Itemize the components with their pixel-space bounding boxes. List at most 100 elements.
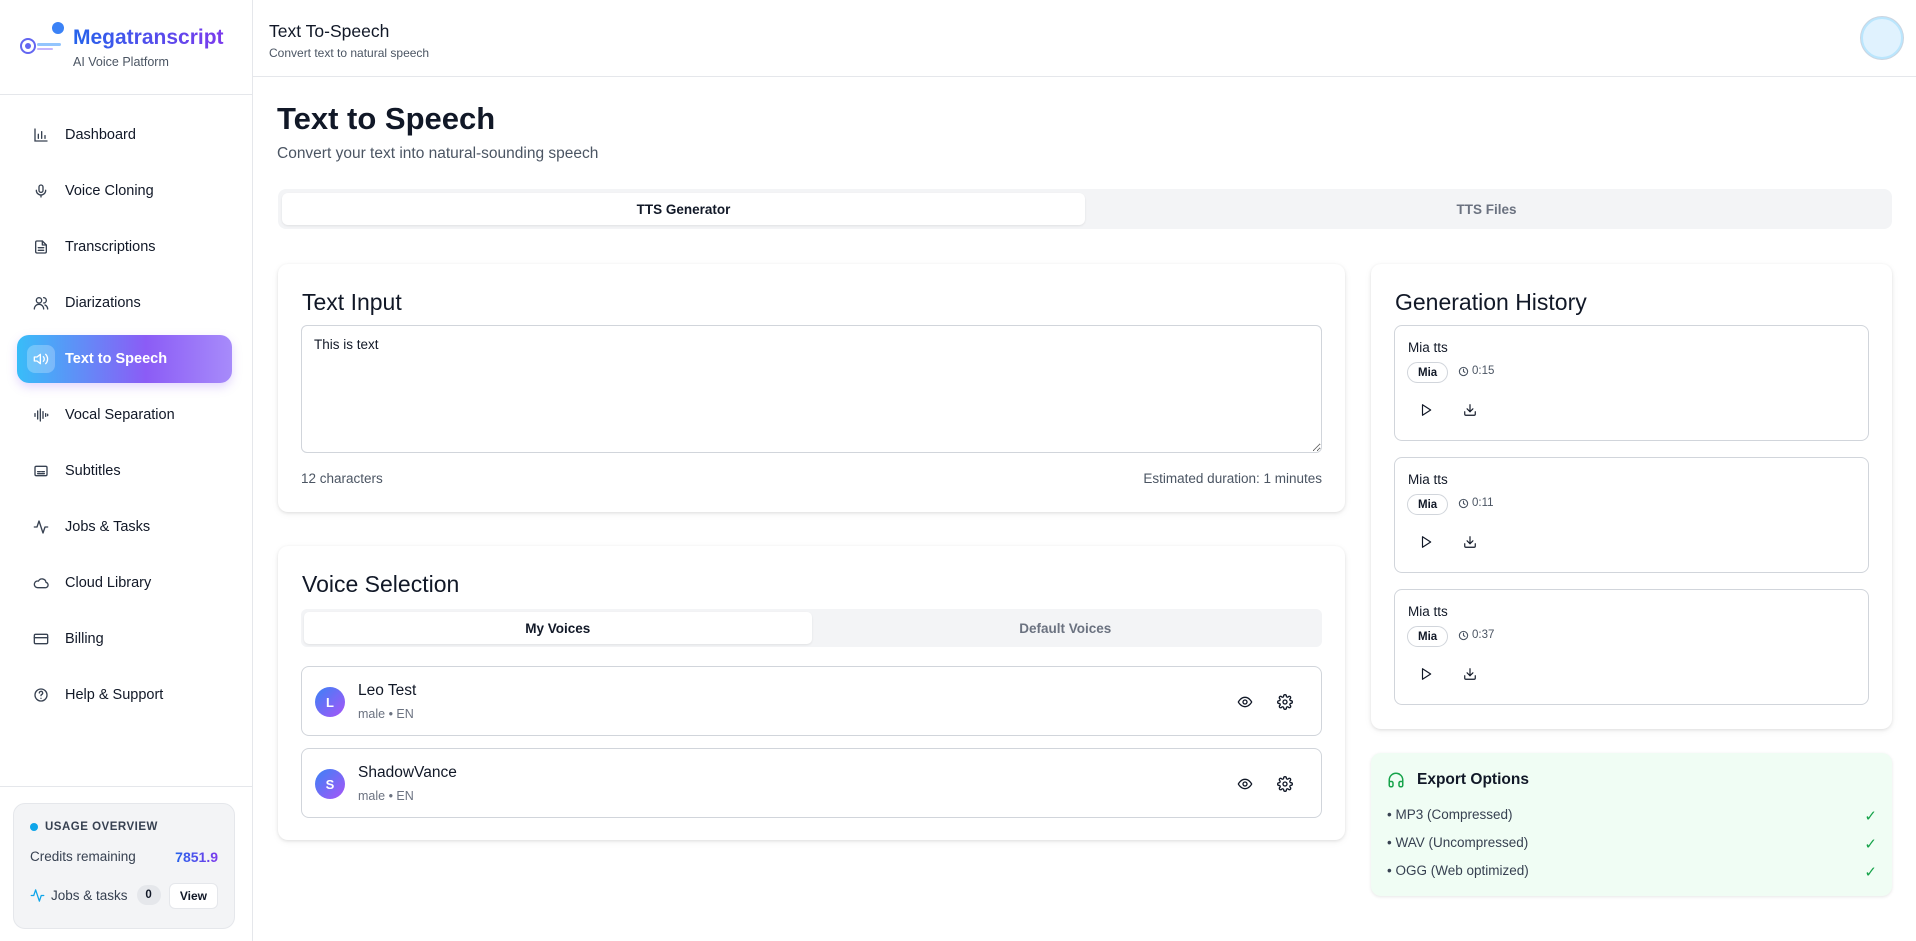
sidebar-item-text-to-speech[interactable]: Text to Speech [17,335,232,383]
voice-settings-button[interactable] [1272,771,1298,797]
sidebar-item-cloud-library[interactable]: Cloud Library [17,559,232,607]
check-icon: ✓ [1864,808,1877,825]
tab-tts-generator[interactable]: TTS Generator [282,193,1085,225]
duration-text: 0:37 [1472,629,1495,641]
history-item: Mia tts Mia 0:15 [1394,325,1869,441]
voice-badge: Mia [1407,626,1449,647]
user-avatar[interactable] [1861,17,1903,59]
history-item-title: Mia tts [1408,472,1448,487]
preview-voice-button[interactable] [1232,771,1258,797]
play-button[interactable] [1413,661,1439,687]
sidebar-item-vocal-separation[interactable]: Vocal Separation [17,391,232,439]
jobs-label: Jobs & tasks [51,887,128,903]
voice-badge: Mia [1407,494,1449,515]
cloud-icon [27,569,55,597]
sidebar-item-label: Voice Cloning [65,183,154,199]
voice-settings-button[interactable] [1272,689,1298,715]
tab-my-voices[interactable]: My Voices [304,612,812,644]
subtitles-icon [27,457,55,485]
tts-text-input[interactable]: This is text [301,325,1322,453]
download-button[interactable] [1457,661,1483,687]
download-button[interactable] [1457,397,1483,423]
top-header: Text To-Speech Convert text to natural s… [253,0,1916,77]
history-duration: 0:11 [1458,497,1494,509]
view-jobs-button[interactable]: View [168,883,218,909]
sidebar-item-label: Jobs & Tasks [65,519,151,535]
sidebar-item-label: Transcriptions [65,239,156,255]
export-option-label: • MP3 (Compressed) [1387,807,1513,822]
eye-icon [1237,776,1253,792]
bar-chart-icon [27,121,55,149]
tab-default-voices[interactable]: Default Voices [812,612,1320,644]
character-count: 12 characters [301,471,383,486]
history-item-title: Mia tts [1408,604,1448,619]
activity-icon [30,888,45,903]
credits-value: 7851.9 [175,849,218,865]
clock-icon [1458,366,1472,377]
header-subtitle: Convert text to natural speech [269,46,430,60]
text-input-title: Text Input [302,289,402,315]
sidebar-item-label: Dashboard [65,127,136,143]
download-button[interactable] [1457,529,1483,555]
microphone-icon [27,177,55,205]
brand-tagline: AI Voice Platform [73,55,169,69]
estimated-duration: Estimated duration: 1 minutes [1143,471,1322,486]
voice-name: ShadowVance [358,764,457,781]
download-icon [1463,403,1477,417]
download-icon [1463,535,1477,549]
brand-name[interactable]: Megatranscript [73,26,224,50]
export-title: Export Options [1417,771,1529,788]
voice-item[interactable]: S ShadowVance male • EN [301,748,1322,818]
play-icon [1419,403,1433,417]
voice-tabs: My Voices Default Voices [301,609,1322,647]
sidebar-item-label: Cloud Library [65,575,152,591]
headphones-icon [1387,771,1405,789]
duration-text: 0:15 [1472,365,1495,377]
sidebar-item-label: Help & Support [65,687,164,703]
export-option-label: • WAV (Uncompressed) [1387,835,1529,850]
jobs-count-badge: 0 [136,885,161,905]
history-item-title: Mia tts [1408,340,1448,355]
usage-title: USAGE OVERVIEW [30,821,158,833]
tab-tts-files[interactable]: TTS Files [1085,193,1888,225]
export-header: Export Options [1387,771,1529,789]
waveform-icon [27,401,55,429]
voice-badge: Mia [1407,362,1449,383]
voice-meta: male • EN [358,789,414,803]
voice-selection-title: Voice Selection [302,571,460,597]
export-option-label: • OGG (Web optimized) [1387,863,1529,878]
sidebar-item-voice-cloning[interactable]: Voice Cloning [17,167,232,215]
sidebar-item-label: Subtitles [65,463,121,479]
play-button[interactable] [1413,397,1439,423]
history-item: Mia tts Mia 0:11 [1394,457,1869,573]
sidebar-item-jobs-tasks[interactable]: Jobs & Tasks [17,503,232,551]
sidebar-item-billing[interactable]: Billing [17,615,232,663]
preview-voice-button[interactable] [1232,689,1258,715]
sidebar-item-label: Vocal Separation [65,407,175,423]
check-icon: ✓ [1864,864,1877,881]
sidebar-item-subtitles[interactable]: Subtitles [17,447,232,495]
sidebar-item-help-support[interactable]: Help & Support [17,671,232,719]
play-button[interactable] [1413,529,1439,555]
voice-avatar: S [315,769,345,799]
sidebar-item-transcriptions[interactable]: Transcriptions [17,223,232,271]
sidebar-item-label: Diarizations [65,295,141,311]
history-title: Generation History [1395,289,1587,315]
text-input-card: Text Input This is text 12 characters Es… [278,264,1345,512]
credit-card-icon [27,625,55,653]
page-title: Text to Speech [277,101,496,136]
voice-selection-card: Voice Selection My Voices Default Voices… [278,546,1345,840]
export-option: • OGG (Web optimized) ✓ [1387,863,1877,881]
voice-item[interactable]: L Leo Test male • EN [301,666,1322,736]
clock-icon [1458,630,1472,641]
sidebar-nav: Dashboard Voice Cloning Transcriptions D… [17,111,232,727]
sidebar-item-label: Text to Speech [65,351,168,367]
status-dot [30,823,38,831]
sidebar-item-dashboard[interactable]: Dashboard [17,111,232,159]
help-circle-icon [27,681,55,709]
sidebar-item-diarizations[interactable]: Diarizations [17,279,232,327]
brand-dot [52,22,64,34]
generation-history-card: Generation History Mia tts Mia 0:15 Mia … [1371,264,1892,729]
history-item: Mia tts Mia 0:37 [1394,589,1869,705]
brand-logo [20,33,64,59]
